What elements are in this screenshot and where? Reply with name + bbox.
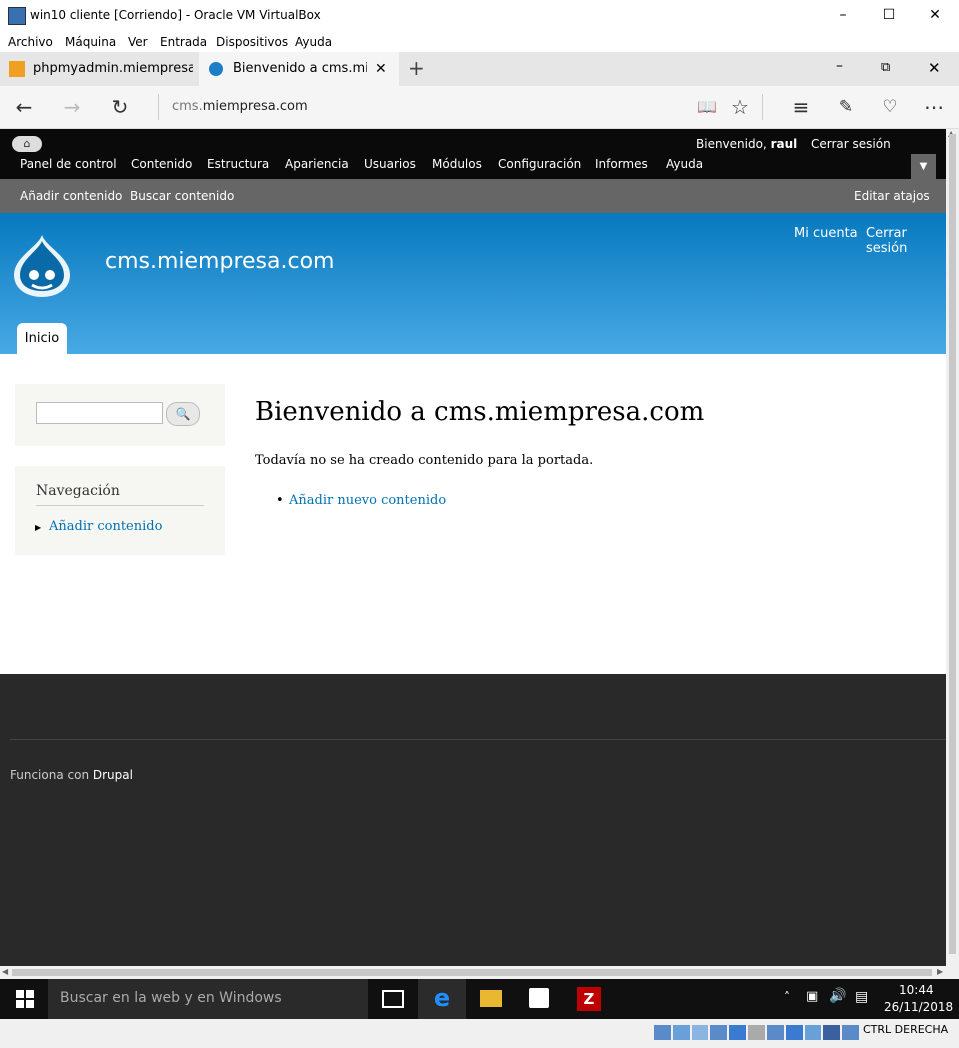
- toolbar-item-estructura[interactable]: Estructura: [207, 157, 269, 171]
- edge-taskbar-icon[interactable]: e: [418, 979, 466, 1021]
- url-prefix: cms.: [172, 99, 203, 114]
- vbox-app-icon: [8, 7, 26, 25]
- url-field[interactable]: cms.miempresa.com: [172, 99, 308, 114]
- menu-dispositivos[interactable]: Dispositivos: [216, 35, 288, 49]
- browser-close-icon[interactable]: ✕: [928, 59, 941, 77]
- site-name[interactable]: cms.miempresa.com: [105, 249, 334, 274]
- vbox-menubar: Archivo Máquina Ver Entrada Dispositivos…: [0, 30, 959, 52]
- share-icon[interactable]: ♡: [877, 94, 903, 120]
- menu-entrada[interactable]: Entrada: [160, 35, 207, 49]
- site-footer: Funciona con Drupal: [0, 674, 946, 966]
- toolbar-item-panel[interactable]: Panel de control: [20, 157, 117, 171]
- new-tab-icon[interactable]: +: [408, 56, 425, 80]
- favorite-star-icon[interactable]: ☆: [727, 94, 753, 120]
- nav-item-anadir-contenido[interactable]: Añadir contenido: [49, 519, 162, 534]
- vbox-titlebar: win10 cliente [Corriendo] - Oracle VM Vi…: [0, 0, 959, 30]
- clock-time[interactable]: 10:44: [899, 983, 934, 997]
- vbox-device-icons: [654, 1025, 859, 1040]
- menu-archivo[interactable]: Archivo: [8, 35, 53, 49]
- drupal-link[interactable]: Drupal: [93, 768, 133, 782]
- reading-view-icon[interactable]: 📖: [694, 94, 720, 120]
- my-account-link[interactable]: Mi cuenta: [794, 226, 858, 241]
- menu-ver[interactable]: Ver: [128, 35, 148, 49]
- refresh-icon[interactable]: ↻: [107, 94, 133, 120]
- vertical-scrollbar[interactable]: ▲: [946, 129, 959, 966]
- toolbar-logout-link[interactable]: Cerrar sesión: [811, 137, 891, 151]
- url-domain: miempresa.com: [202, 99, 308, 114]
- web-note-icon[interactable]: ✎: [833, 94, 859, 120]
- toolbar-item-informes[interactable]: Informes: [595, 157, 648, 171]
- site-header: cms.miempresa.com Mi cuenta Cerrar sesió…: [0, 213, 946, 354]
- tab-cms[interactable]: Bienvenido a cms.miemp ✕: [199, 52, 399, 86]
- home-icon[interactable]: ⌂: [12, 136, 42, 152]
- tray-chevron-icon[interactable]: ˄: [784, 990, 790, 1004]
- page-title: Bienvenido a cms.miempresa.com: [255, 397, 705, 427]
- taskbar-search-placeholder: Buscar en la web y en Windows: [60, 990, 282, 1006]
- search-icon: 🔍: [175, 407, 191, 421]
- close-icon[interactable]: ✕: [912, 5, 958, 25]
- search-block: 🔍: [15, 384, 225, 446]
- navigation-title: Navegación: [36, 483, 120, 499]
- toolbar-item-usuarios[interactable]: Usuarios: [364, 157, 416, 171]
- forward-arrow-icon[interactable]: →: [59, 94, 85, 120]
- welcome-text: Bienvenido, raul: [696, 137, 798, 151]
- taskbar-search-box[interactable]: Buscar en la web y en Windows: [48, 979, 368, 1019]
- navigation-block: Navegación ▶ Añadir contenido: [15, 466, 225, 555]
- windows-start-icon[interactable]: [16, 990, 34, 1008]
- bullet-arrow-icon: ▶: [35, 523, 42, 532]
- filezilla-icon[interactable]: Z: [577, 987, 601, 1011]
- search-input[interactable]: [36, 402, 163, 424]
- tab-label: Bienvenido a cms.miemp: [233, 61, 367, 76]
- more-icon[interactable]: ⋯: [921, 94, 947, 120]
- minimize-icon[interactable]: –: [820, 5, 866, 25]
- tab-phpmyadmin[interactable]: phpmyadmin.miempresa.cor: [0, 52, 198, 86]
- browser-minimize-icon[interactable]: –: [836, 58, 843, 74]
- task-view-icon[interactable]: [382, 990, 404, 1008]
- shortcuts-bar: Añadir contenido Buscar contenido Editar…: [0, 179, 946, 213]
- search-button[interactable]: 🔍: [166, 402, 200, 426]
- shortcut-buscar-contenido[interactable]: Buscar contenido: [130, 189, 234, 203]
- toolbar-item-contenido[interactable]: Contenido: [131, 157, 192, 171]
- toolbar-item-apariencia[interactable]: Apariencia: [285, 157, 349, 171]
- maximize-icon[interactable]: ☐: [866, 5, 912, 25]
- browser-restore-icon[interactable]: ⧉: [881, 60, 890, 75]
- windows-taskbar: Buscar en la web y en Windows e Z ˄ ▣ 🔊 …: [0, 979, 959, 1021]
- admin-toolbar: ⌂ Bienvenido, raul Cerrar sesión Panel d…: [0, 129, 946, 179]
- add-new-content-link[interactable]: Añadir nuevo contenido: [289, 493, 446, 508]
- browser-tabstrip: phpmyadmin.miempresa.cor Bienvenido a cm…: [0, 52, 959, 86]
- window-title: win10 cliente [Corriendo] - Oracle VM Vi…: [30, 8, 321, 22]
- toolbar-item-configuracion[interactable]: Configuración: [498, 157, 581, 171]
- explorer-folder-icon[interactable]: [480, 990, 502, 1007]
- tab-close-icon[interactable]: ✕: [375, 52, 387, 86]
- pma-favicon-icon: [9, 61, 25, 77]
- toolbar-item-ayuda[interactable]: Ayuda: [666, 157, 703, 171]
- tab-label: phpmyadmin.miempresa.cor: [33, 61, 193, 76]
- host-key-label: CTRL DERECHA: [863, 1023, 949, 1036]
- vbox-statusbar: CTRL DERECHA: [0, 1019, 959, 1048]
- volume-icon[interactable]: 🔊: [829, 988, 846, 1004]
- tab-inicio[interactable]: Inicio: [17, 323, 67, 354]
- clock-date[interactable]: 26/11/2018: [884, 1000, 953, 1014]
- toolbar-item-modulos[interactable]: Módulos: [432, 157, 482, 171]
- back-arrow-icon[interactable]: ←: [11, 94, 37, 120]
- drupal-logo-icon[interactable]: [12, 233, 72, 299]
- network-icon[interactable]: ▣: [806, 989, 818, 1004]
- toolbar-toggle-icon[interactable]: ▼: [911, 154, 936, 179]
- shortcut-anadir-contenido[interactable]: Añadir contenido: [20, 189, 122, 203]
- edge-favicon-icon: [209, 62, 223, 76]
- powered-by: Funciona con Drupal: [10, 768, 133, 782]
- empty-front-message: Todavía no se ha creado contenido para l…: [255, 453, 594, 468]
- logout-link[interactable]: Cerrar sesión: [866, 226, 946, 256]
- notifications-icon[interactable]: ▤: [855, 989, 868, 1005]
- menu-maquina[interactable]: Máquina: [65, 35, 116, 49]
- hub-icon[interactable]: ≡: [788, 94, 814, 120]
- store-icon[interactable]: [529, 988, 549, 1008]
- menu-ayuda[interactable]: Ayuda: [295, 35, 332, 49]
- list-bullet: •: [276, 493, 284, 508]
- horizontal-scrollbar[interactable]: ◀ ▶: [0, 966, 959, 979]
- browser-addressbar: ← → ↻ cms.miempresa.com 📖 ☆ ≡ ✎ ♡ ⋯: [0, 86, 959, 129]
- edit-shortcuts-link[interactable]: Editar atajos: [854, 189, 930, 203]
